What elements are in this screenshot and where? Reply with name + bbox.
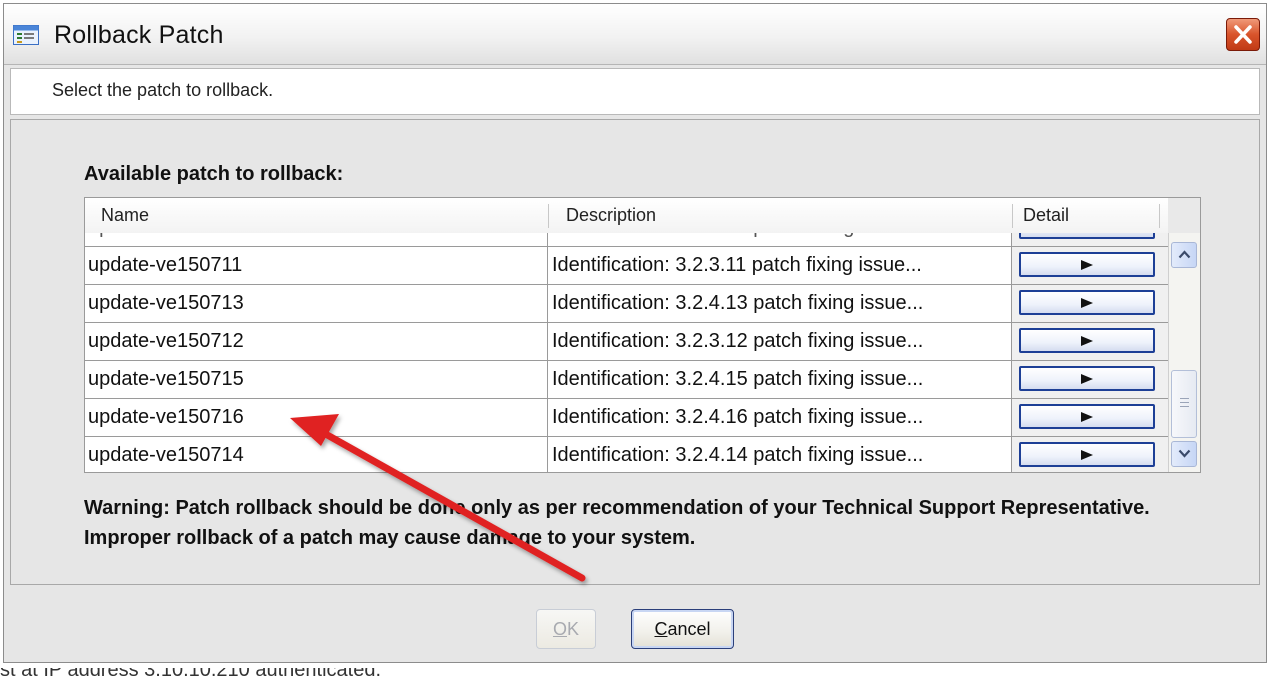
warning-text: Warning: Patch rollback should be done o… [84, 497, 1150, 549]
table-row[interactable]: update-ve150716 Identification: 3.2.4.16… [85, 399, 1168, 437]
detail-button[interactable] [1019, 404, 1155, 429]
patch-table: Name Description Detail update-ve150710 … [84, 197, 1201, 473]
app-window-icon [13, 25, 39, 45]
cell-name: update-ve150710 [85, 233, 548, 246]
cell-name: update-ve150715 [85, 361, 548, 398]
play-arrow-icon [1081, 412, 1093, 422]
cell-name: update-ve150716 [85, 399, 548, 436]
chevron-up-icon [1178, 250, 1191, 259]
column-header-name[interactable]: Name [85, 198, 548, 233]
grip-line [1180, 406, 1189, 407]
cell-name: update-ve150711 [85, 247, 548, 284]
cell-detail [1012, 361, 1168, 398]
column-divider[interactable] [1159, 204, 1160, 228]
cell-name: update-ve150714 [85, 437, 548, 472]
cell-detail [1012, 437, 1168, 472]
detail-button[interactable] [1019, 233, 1155, 239]
detail-button[interactable] [1019, 442, 1155, 467]
table-row[interactable]: update-ve150712 Identification: 3.2.3.12… [85, 323, 1168, 361]
cell-description: Identification: 3.2.4.14 patch fixing is… [548, 437, 1012, 472]
play-arrow-icon [1081, 336, 1093, 346]
ok-mnemonic: O [552, 619, 567, 639]
detail-button[interactable] [1019, 290, 1155, 315]
detail-button[interactable] [1019, 328, 1155, 353]
table-row[interactable]: update-ve150714 Identification: 3.2.4.14… [85, 437, 1168, 472]
cell-name: update-ve150713 [85, 285, 548, 322]
cell-detail [1012, 247, 1168, 284]
play-arrow-icon [1081, 260, 1093, 270]
column-header-detail[interactable]: Detail [1012, 198, 1157, 233]
cell-description: Identification: 3.2.3.11 patch fixing is… [548, 247, 1012, 284]
window-title: Rollback Patch [54, 21, 224, 49]
play-arrow-icon [1081, 450, 1093, 460]
content-panel: Available patch to rollback: Name Descri… [10, 119, 1260, 585]
cancel-label-rest: ancel [667, 619, 711, 639]
cell-description: Identification: 3.2.4.13 patch fixing is… [548, 285, 1012, 322]
scroll-down-button[interactable] [1171, 441, 1197, 467]
background-window-text: st at IP address 3.10.10.210 authenticat… [0, 668, 382, 681]
chevron-down-icon [1178, 449, 1191, 458]
cell-detail [1012, 233, 1168, 246]
cell-name: update-ve150712 [85, 323, 548, 360]
rollback-patch-dialog: Rollback Patch Select the patch to rollb… [3, 3, 1267, 663]
close-x-icon [1234, 25, 1252, 44]
table-row[interactable]: update-ve150713 Identification: 3.2.4.13… [85, 285, 1168, 323]
column-header-description[interactable]: Description [548, 198, 1012, 233]
instruction-text: Select the patch to rollback. [52, 80, 274, 100]
table-body: update-ve150710 Identification: 3.2.2.10… [85, 233, 1168, 472]
header-corner [1168, 198, 1200, 233]
scroll-up-button[interactable] [1171, 242, 1197, 268]
close-button[interactable] [1226, 18, 1260, 51]
cell-detail [1012, 285, 1168, 322]
cell-detail [1012, 399, 1168, 436]
cell-description: Identification: 3.2.4.16 patch fixing is… [548, 399, 1012, 436]
scrollbar-thumb[interactable] [1171, 370, 1197, 438]
cancel-mnemonic: C [654, 619, 668, 639]
table-row[interactable]: update-ve150710 Identification: 3.2.2.10… [85, 233, 1168, 247]
detail-button[interactable] [1019, 252, 1155, 277]
grip-line [1180, 398, 1189, 399]
cell-detail [1012, 323, 1168, 360]
table-header: Name Description Detail [85, 198, 1200, 234]
cell-description: Identification: 3.2.2.10 patch fixing th… [548, 233, 1012, 246]
table-row[interactable]: update-ve150715 Identification: 3.2.4.15… [85, 361, 1168, 399]
cancel-button[interactable]: Cancel [631, 609, 734, 649]
play-arrow-icon [1081, 374, 1093, 384]
ok-label-rest: K [567, 619, 580, 639]
title-bar[interactable]: Rollback Patch [4, 4, 1266, 65]
ok-button[interactable]: OK [536, 609, 596, 649]
cell-description: Identification: 3.2.3.12 patch fixing is… [548, 323, 1012, 360]
detail-button[interactable] [1019, 366, 1155, 391]
cell-description: Identification: 3.2.4.15 patch fixing is… [548, 361, 1012, 398]
grip-line [1180, 402, 1189, 403]
play-arrow-icon [1081, 298, 1093, 308]
list-heading: Available patch to rollback: [84, 163, 344, 185]
instruction-panel: Select the patch to rollback. [10, 68, 1260, 115]
button-bar: OK Cancel [4, 588, 1266, 662]
vertical-scrollbar[interactable] [1168, 233, 1200, 472]
table-row[interactable]: update-ve150711 Identification: 3.2.3.11… [85, 247, 1168, 285]
